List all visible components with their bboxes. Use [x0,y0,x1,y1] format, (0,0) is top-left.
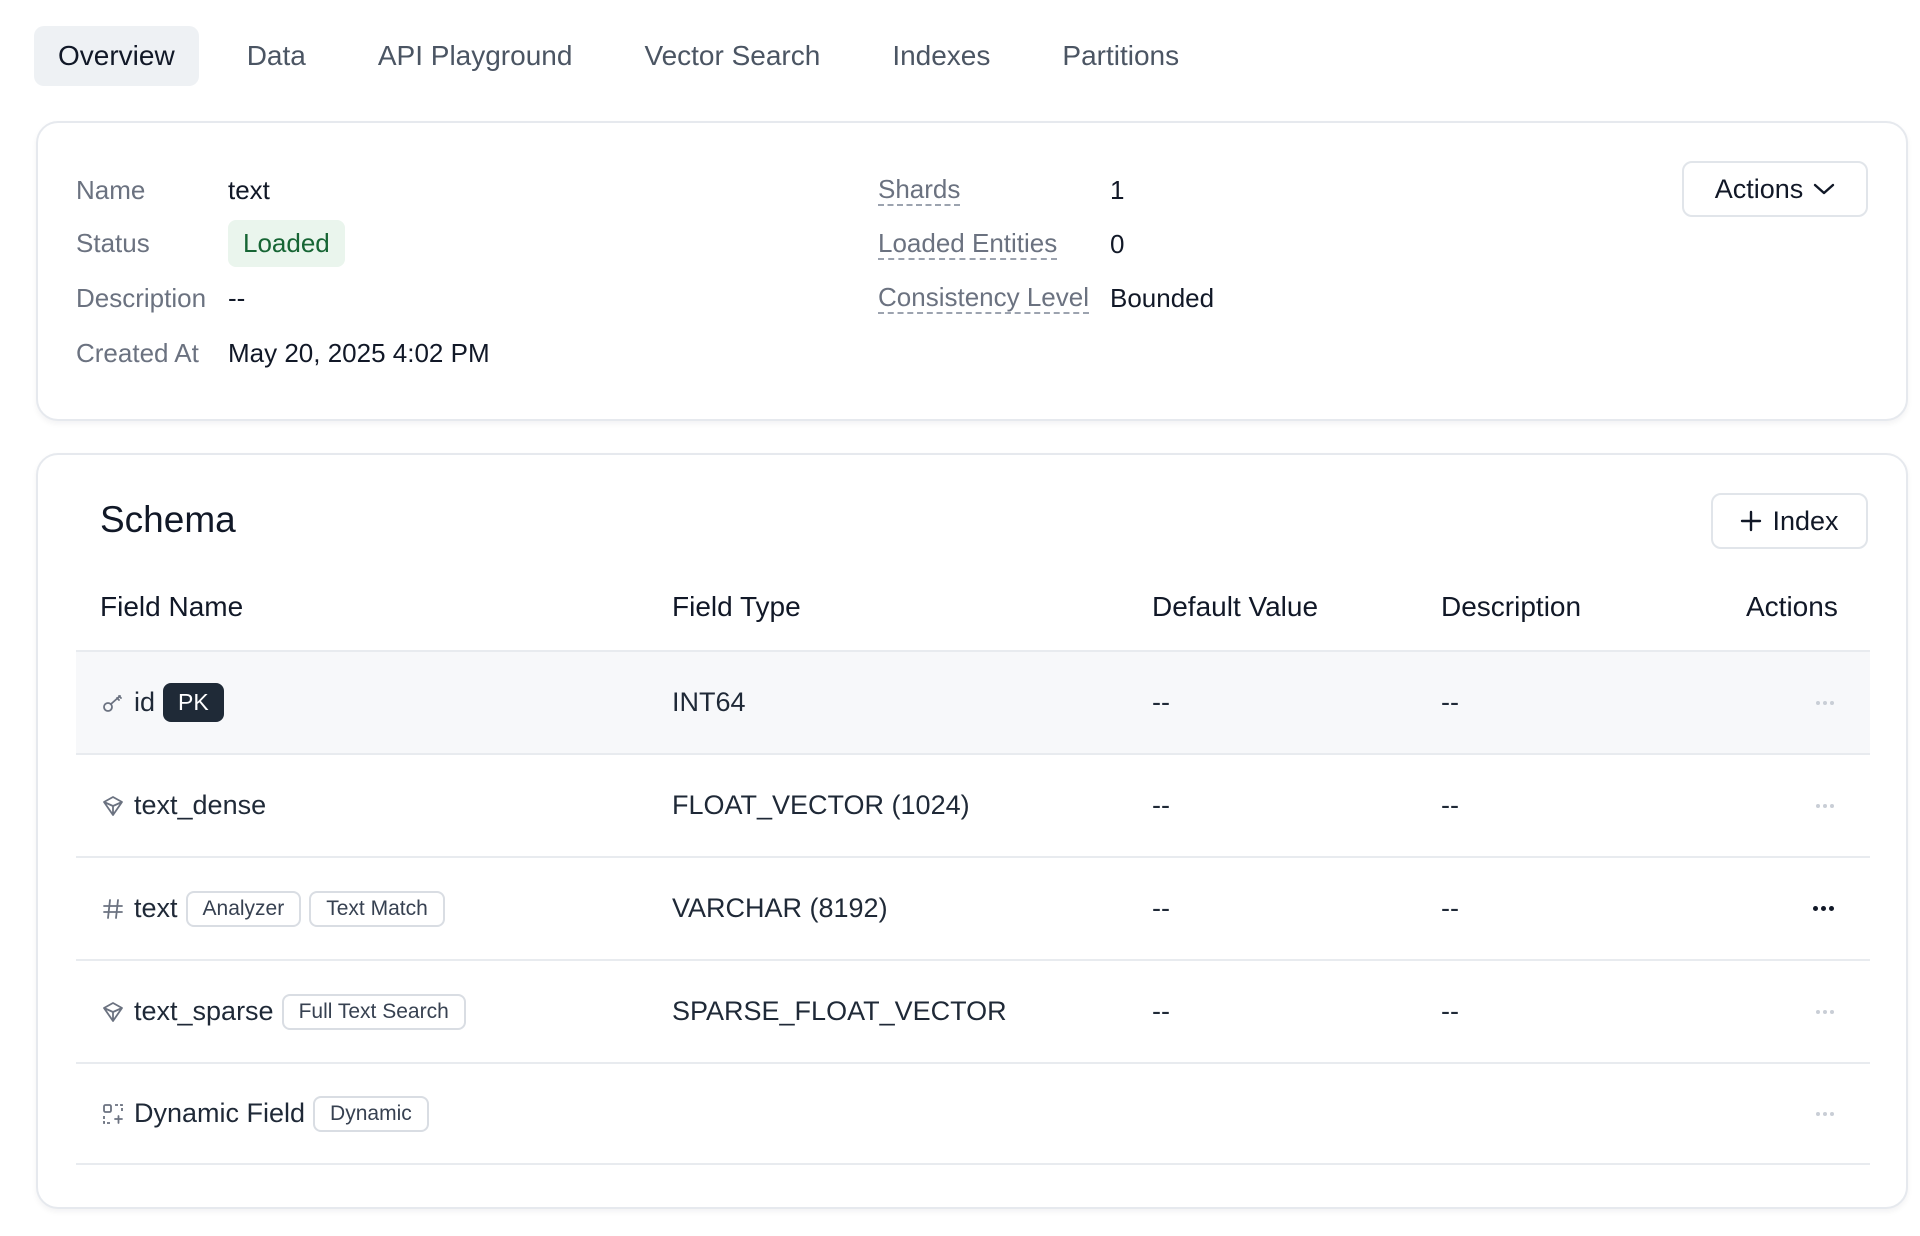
column-header-field-type: Field Type [672,591,801,622]
vector-icon [100,793,126,819]
name-row: Name text [76,175,270,206]
field-type: SPARSE_FLOAT_VECTOR [672,996,1007,1026]
field-type: VARCHAR (8192) [672,893,888,923]
add-index-button[interactable]: Index [1711,493,1868,549]
row-actions-more-icon[interactable] [1813,858,1834,959]
default-value: -- [1152,996,1170,1026]
default-value: -- [1152,687,1170,717]
loaded-entities-value: 0 [1110,228,1125,259]
field-type: FLOAT_VECTOR (1024) [672,790,970,820]
table-row[interactable]: Dynamic Field Dynamic [76,1062,1870,1165]
tab-indexes[interactable]: Indexes [868,26,1014,86]
table-row[interactable]: text_sparse Full Text Search SPARSE_FLOA… [76,959,1870,1062]
created-label: Created At [76,338,199,368]
analyzer-tag: Analyzer [185,890,302,927]
tab-overview[interactable]: Overview [34,26,199,86]
description-label: Description [76,283,207,313]
field-name-cell: text_sparse Full Text Search [100,961,466,1062]
tab-bar: Overview Data API Playground Vector Sear… [34,26,1203,86]
created-row: Created At May 20, 2025 4:02 PM [76,338,490,369]
key-icon [100,690,126,716]
name-value: text [228,175,270,205]
field-description: -- [1441,893,1459,923]
column-header-default-value: Default Value [1152,591,1319,622]
field-name: text [134,893,178,923]
field-name: Dynamic Field [134,1098,306,1128]
shards-value: 1 [1110,174,1125,205]
add-index-label: Index [1772,505,1839,536]
actions-dropdown-button[interactable]: Actions [1682,161,1868,217]
row-actions-more-icon[interactable] [1816,652,1834,753]
field-name-cell: Dynamic Field Dynamic [100,1064,429,1163]
field-name-cell: id PK [100,652,224,753]
default-value: -- [1152,893,1170,923]
loaded-entities-row: Loaded Entities 0 [878,229,1124,260]
column-header-actions: Actions [1746,591,1838,622]
consistency-level-value: Bounded [1110,282,1215,313]
name-label: Name [76,175,146,205]
field-type: INT64 [672,687,746,717]
tab-partitions[interactable]: Partitions [1038,26,1203,86]
status-badge: Loaded [228,219,345,267]
status-label: Status [76,227,150,258]
row-actions-more-icon[interactable] [1816,1064,1834,1163]
column-header-field-name: Field Name [100,591,244,622]
field-name: text_sparse [134,996,274,1026]
full-text-search-tag: Full Text Search [281,993,466,1030]
vector-icon [100,999,126,1025]
schema-card: Schema Index Field Name Field Type Defau… [36,453,1908,1209]
consistency-row: Consistency Level Bounded [878,283,1214,314]
tab-vector-search[interactable]: Vector Search [620,26,844,86]
dynamic-tag: Dynamic [313,1095,429,1132]
status-row: Status Loaded [76,219,345,267]
schema-title: Schema [100,499,236,540]
row-actions-more-icon[interactable] [1816,961,1834,1062]
loaded-entities-label[interactable]: Loaded Entities [878,229,1058,260]
field-name-cell: text Analyzer Text Match [100,858,445,959]
field-name-cell: text_dense [100,755,266,856]
primary-key-badge: PK [163,683,224,722]
shards-row: Shards 1 [878,175,1124,206]
table-row[interactable]: id PK INT64 -- -- [76,650,1870,753]
field-description: -- [1441,687,1459,717]
actions-button-label: Actions [1714,173,1804,204]
consistency-level-label[interactable]: Consistency Level [878,283,1089,314]
tab-api-playground[interactable]: API Playground [354,26,597,86]
description-row: Description -- [76,283,245,314]
tab-data[interactable]: Data [223,26,330,86]
plus-icon [1740,510,1762,532]
row-actions-more-icon[interactable] [1816,755,1834,856]
field-name: text_dense [134,790,267,820]
description-value: -- [228,283,246,313]
field-name: id [134,687,156,717]
collection-info-card: Name text Status Loaded Description -- C… [36,121,1908,421]
chevron-down-icon [1813,182,1835,196]
field-description: -- [1441,790,1459,820]
created-value: May 20, 2025 4:02 PM [228,338,490,368]
dynamic-field-icon [100,1101,126,1127]
table-row[interactable]: text_dense FLOAT_VECTOR (1024) -- -- [76,753,1870,856]
default-value: -- [1152,790,1170,820]
field-description: -- [1441,996,1459,1026]
hash-icon [100,896,126,922]
shards-label[interactable]: Shards [878,175,961,206]
column-header-description: Description [1441,591,1582,622]
table-row[interactable]: text Analyzer Text Match VARCHAR (8192) … [76,856,1870,959]
text-match-tag: Text Match [309,890,445,927]
